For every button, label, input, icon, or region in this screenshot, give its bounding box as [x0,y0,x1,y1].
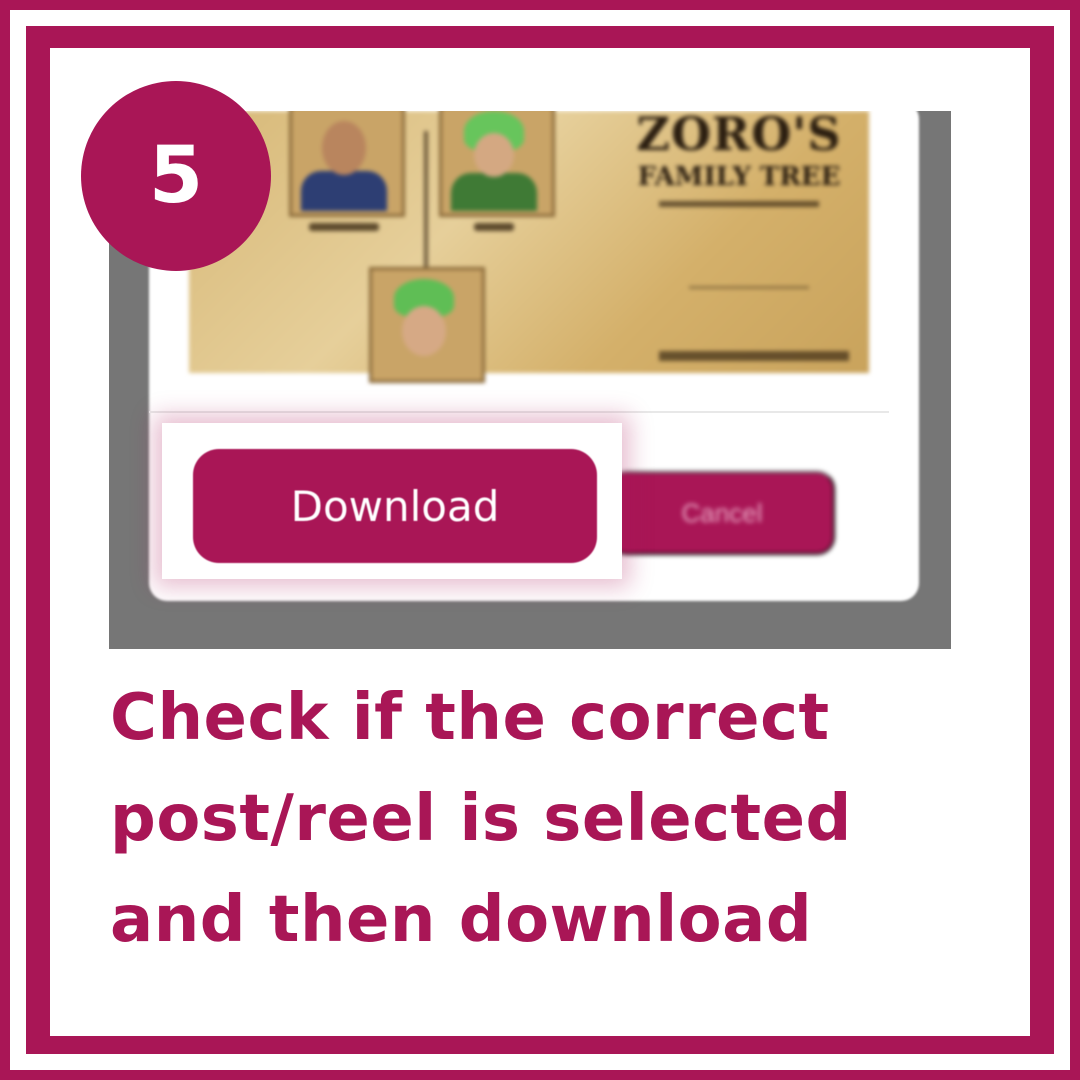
instruction-line: Check if the correct [110,681,830,755]
portrait-caption [309,223,379,231]
download-button[interactable]: Download [193,449,597,563]
portrait-caption [474,223,514,231]
portrait-figure [301,171,387,211]
step-number-badge: 5 [81,81,271,271]
poster-footer-text [659,351,849,361]
post-preview-image: ZORO'S FAMILY TREE [189,111,869,383]
poster-tagline [659,201,819,207]
poster-subtitle: FAMILY TREE [637,162,841,192]
instruction-text: Check if the correct post/reel is select… [110,668,990,971]
instruction-line: post/reel is selected [110,782,852,856]
portrait-figure [451,173,537,211]
portrait-figure [474,133,514,177]
instruction-line: and then download [110,883,813,957]
tree-connector [424,131,428,271]
cancel-button[interactable]: Cancel [609,471,835,555]
poster-doodle [689,286,809,289]
poster-title: ZORO'S [636,111,842,161]
dialog-divider [149,411,889,413]
portrait-figure [402,306,446,356]
portrait-figure [322,121,366,175]
